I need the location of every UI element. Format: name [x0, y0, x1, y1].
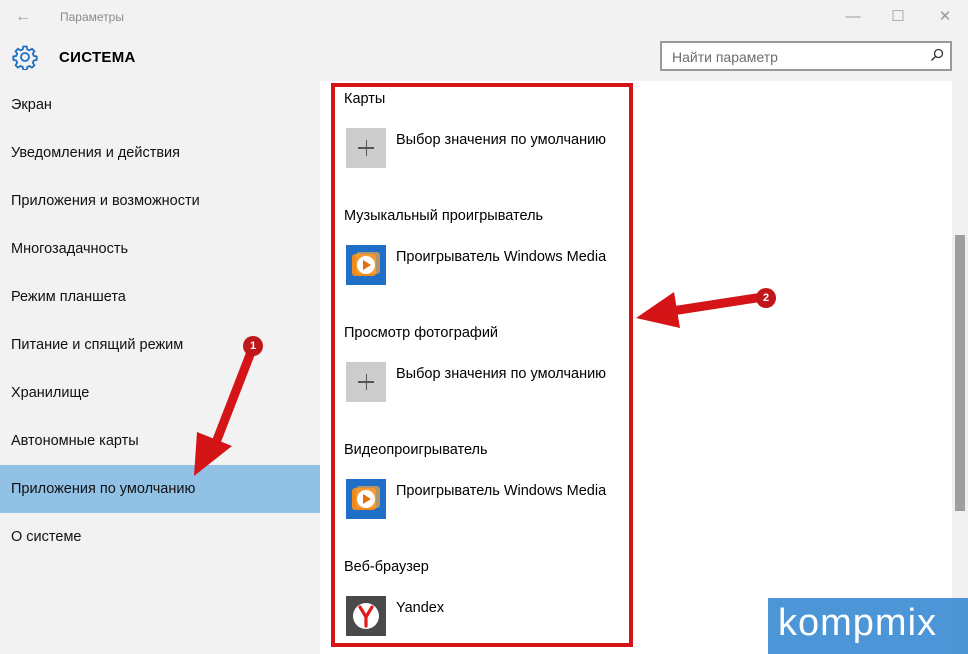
annotation-badge-2: 2: [756, 288, 776, 308]
sidebar-item-tablet-mode[interactable]: Режим планшета: [0, 273, 320, 321]
title-bar: ← Параметры — ☐ ✕: [0, 0, 968, 34]
search-icon[interactable]: [930, 48, 944, 62]
sidebar: Экран Уведомления и действия Приложения …: [0, 81, 320, 654]
default-apps-panel: Карты Выбор значения по умолчанию Музыка…: [320, 81, 952, 654]
sidebar-item-display[interactable]: Экран: [0, 81, 320, 129]
scrollbar[interactable]: [952, 81, 968, 654]
yandex-icon: [346, 596, 386, 636]
watermark-text: kompmix: [778, 602, 938, 644]
app-choice-label: Выбор значения по умолчанию: [396, 132, 607, 148]
app-choice-label: Yandex: [396, 600, 445, 616]
section-title-music: Музыкальный проигрыватель: [344, 208, 544, 224]
window-title: Параметры: [60, 10, 124, 24]
windows-media-player-icon: [346, 479, 386, 519]
section-title-maps: Карты: [344, 91, 386, 107]
annotation-badge-1: 1: [243, 336, 263, 356]
app-choice-label: Выбор значения по умолчанию: [396, 366, 607, 382]
plus-icon: [346, 362, 386, 402]
sidebar-item-about[interactable]: О системе: [0, 513, 320, 561]
sidebar-item-power-sleep[interactable]: Питание и спящий режим: [0, 321, 320, 369]
settings-header: СИСТЕМА: [0, 34, 968, 81]
watermark: kompmix: [768, 598, 968, 654]
app-choice-label: Проигрыватель Windows Media: [396, 483, 607, 499]
search-input[interactable]: [670, 43, 924, 71]
section-title-browser: Веб-браузер: [344, 559, 429, 575]
gear-icon: [12, 45, 38, 70]
scrollbar-thumb[interactable]: [955, 235, 965, 511]
close-button[interactable]: ✕: [930, 6, 960, 28]
back-button[interactable]: ←: [10, 6, 36, 28]
section-title-photos: Просмотр фотографий: [344, 325, 499, 341]
section-title-video: Видеопроигрыватель: [344, 442, 488, 458]
minimize-button[interactable]: —: [838, 6, 868, 28]
page-title: СИСТЕМА: [59, 49, 136, 66]
maximize-button[interactable]: ☐: [883, 6, 913, 28]
sidebar-item-storage[interactable]: Хранилище: [0, 369, 320, 417]
windows-media-player-icon: [346, 245, 386, 285]
search-box[interactable]: [660, 41, 952, 71]
sidebar-item-apps-features[interactable]: Приложения и возможности: [0, 177, 320, 225]
sidebar-item-offline-maps[interactable]: Автономные карты: [0, 417, 320, 465]
app-choice-label: Проигрыватель Windows Media: [396, 249, 607, 265]
sidebar-item-multitasking[interactable]: Многозадачность: [0, 225, 320, 273]
plus-icon: [346, 128, 386, 168]
sidebar-item-notifications[interactable]: Уведомления и действия: [0, 129, 320, 177]
sidebar-item-default-apps[interactable]: Приложения по умолчанию: [0, 465, 320, 513]
